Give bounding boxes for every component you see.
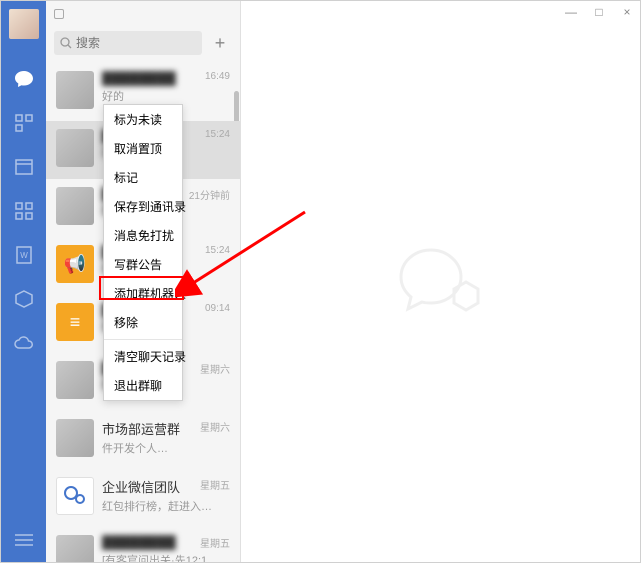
context-menu-item[interactable]: 消息免打扰 — [104, 221, 182, 250]
chat-time: 16:49 — [205, 71, 230, 82]
search-icon — [60, 37, 72, 49]
context-menu-item[interactable]: 保存到通讯录 — [104, 192, 182, 221]
main-panel: — □ × — [241, 1, 640, 562]
close-button[interactable]: × — [620, 5, 634, 19]
chat-avatar — [56, 477, 94, 515]
chat-item[interactable]: 市场部运营群件开发个人…星期六 — [46, 411, 240, 469]
user-avatar[interactable] — [9, 9, 39, 39]
chat-time: 15:24 — [205, 245, 230, 256]
chat-preview: 好的 — [102, 88, 230, 104]
chat-avatar: 📢 — [56, 245, 94, 283]
search-input[interactable] — [76, 36, 196, 50]
nav-chat-icon[interactable] — [14, 69, 34, 89]
window-controls: — □ × — [564, 5, 634, 19]
chat-avatar — [56, 129, 94, 167]
context-menu-item[interactable]: 添加群机器人 — [104, 279, 182, 308]
chat-avatar: ≡ — [56, 303, 94, 341]
chat-avatar — [56, 419, 94, 457]
chat-time: 星期六 — [200, 361, 230, 376]
nav-menu-icon[interactable] — [14, 530, 34, 550]
chat-avatar — [56, 535, 94, 562]
context-menu-separator — [104, 339, 182, 340]
chat-time: 星期六 — [200, 419, 230, 434]
minimize-button[interactable]: — — [564, 5, 578, 19]
context-menu-item[interactable]: 移除 — [104, 308, 182, 337]
left-sidebar: W — [1, 1, 46, 562]
maximize-button[interactable]: □ — [592, 5, 606, 19]
context-menu-item[interactable]: 写群公告 — [104, 250, 182, 279]
recent-icon[interactable] — [54, 9, 64, 19]
nav-contacts-icon[interactable] — [14, 113, 34, 133]
chat-time: 星期五 — [200, 535, 230, 550]
nav-apps-icon[interactable] — [14, 201, 34, 221]
chat-item[interactable]: ████████[有客官问出关·先12:1…星期五 — [46, 527, 240, 562]
svg-text:W: W — [20, 251, 28, 260]
context-menu-item[interactable]: 清空聊天记录 — [104, 342, 182, 371]
chat-item[interactable]: 企业微信团队红包排行榜，赶进入…星期五 — [46, 469, 240, 527]
list-header — [46, 1, 240, 27]
chat-time: 21分钟前 — [189, 187, 230, 202]
chat-avatar — [56, 71, 94, 109]
context-menu-item[interactable]: 标记 — [104, 163, 182, 192]
nav-calendar-icon[interactable] — [14, 157, 34, 177]
chat-time: 15:24 — [205, 129, 230, 140]
nav-cloud-icon[interactable] — [14, 333, 34, 353]
nav-docs-icon[interactable]: W — [14, 245, 34, 265]
empty-placeholder — [241, 1, 640, 562]
search-input-wrap[interactable] — [54, 31, 202, 55]
chat-time: 09:14 — [205, 303, 230, 314]
new-chat-button[interactable]: + — [208, 31, 232, 55]
chat-time: 星期五 — [200, 477, 230, 492]
chat-placeholder-icon — [396, 242, 486, 322]
chat-preview: [有客官问出关·先12:1… — [102, 552, 230, 562]
nav-box-icon[interactable] — [14, 289, 34, 309]
context-menu-item[interactable]: 退出群聊 — [104, 371, 182, 400]
chat-preview: 件开发个人… — [102, 440, 230, 456]
context-menu: 标为未读取消置顶标记保存到通讯录消息免打扰写群公告添加群机器人移除清空聊天记录退… — [103, 104, 183, 401]
chat-preview: 红包排行榜，赶进入… — [102, 498, 230, 514]
chat-avatar — [56, 361, 94, 399]
context-menu-item[interactable]: 标为未读 — [104, 105, 182, 134]
chat-avatar — [56, 187, 94, 225]
context-menu-item[interactable]: 取消置顶 — [104, 134, 182, 163]
